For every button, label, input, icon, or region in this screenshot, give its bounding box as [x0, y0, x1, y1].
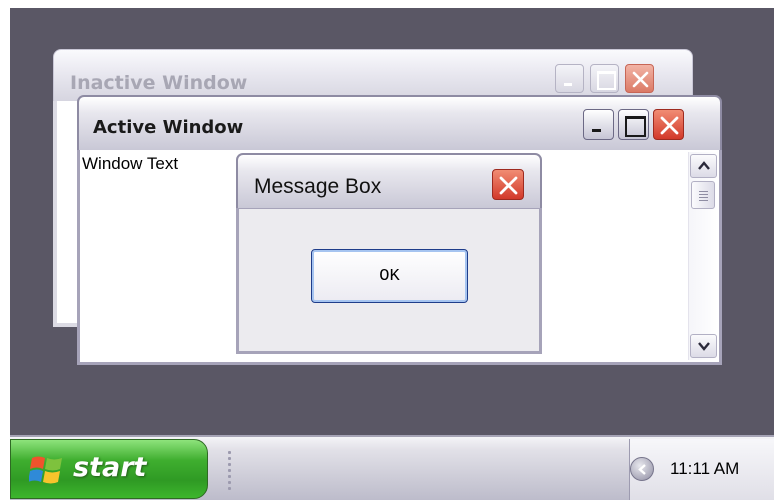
message-box-close-button[interactable] — [492, 169, 524, 200]
taskbar-grip[interactable] — [228, 451, 232, 491]
inactive-close-button[interactable] — [625, 64, 654, 93]
chevron-down-icon — [698, 342, 710, 351]
start-button[interactable]: start — [10, 439, 208, 499]
message-box-title: Message Box — [254, 175, 382, 198]
scroll-down-button[interactable] — [690, 334, 717, 358]
clock[interactable]: 11:11 AM — [670, 459, 739, 479]
close-button[interactable] — [653, 109, 684, 140]
chevron-up-icon — [698, 161, 710, 170]
message-box-body: OK — [236, 208, 542, 354]
active-window-titlebar[interactable]: Active Window — [77, 95, 722, 150]
message-box[interactable]: Message Box OK — [236, 153, 542, 354]
active-window-title: Active Window — [93, 117, 244, 138]
message-box-titlebar[interactable]: Message Box — [236, 153, 542, 208]
taskbar: start 11:11 AM — [10, 435, 774, 500]
close-icon — [660, 116, 679, 135]
close-icon — [499, 176, 518, 195]
close-icon — [632, 71, 649, 88]
scroll-up-button[interactable] — [690, 154, 717, 178]
screen: Inactive Window Active Window Window Tex… — [10, 8, 774, 500]
windows-logo-icon — [29, 456, 62, 484]
start-label: start — [73, 452, 147, 483]
chevron-left-icon — [638, 464, 646, 475]
show-hidden-icons-button[interactable] — [630, 457, 654, 481]
ok-button[interactable]: OK — [311, 249, 468, 303]
vertical-scrollbar[interactable] — [688, 152, 718, 360]
inactive-window-titlebar[interactable]: Inactive Window — [53, 49, 693, 101]
minimize-button[interactable] — [583, 109, 614, 140]
inactive-maximize-button[interactable] — [590, 64, 619, 93]
desktop[interactable]: Inactive Window Active Window Window Tex… — [10, 8, 774, 435]
inactive-minimize-button[interactable] — [555, 64, 584, 93]
window-text: Window Text — [82, 154, 179, 173]
maximize-button[interactable] — [618, 109, 649, 140]
system-tray: 11:11 AM — [629, 439, 774, 500]
inactive-window-title: Inactive Window — [70, 72, 248, 94]
scroll-thumb[interactable] — [691, 181, 715, 209]
